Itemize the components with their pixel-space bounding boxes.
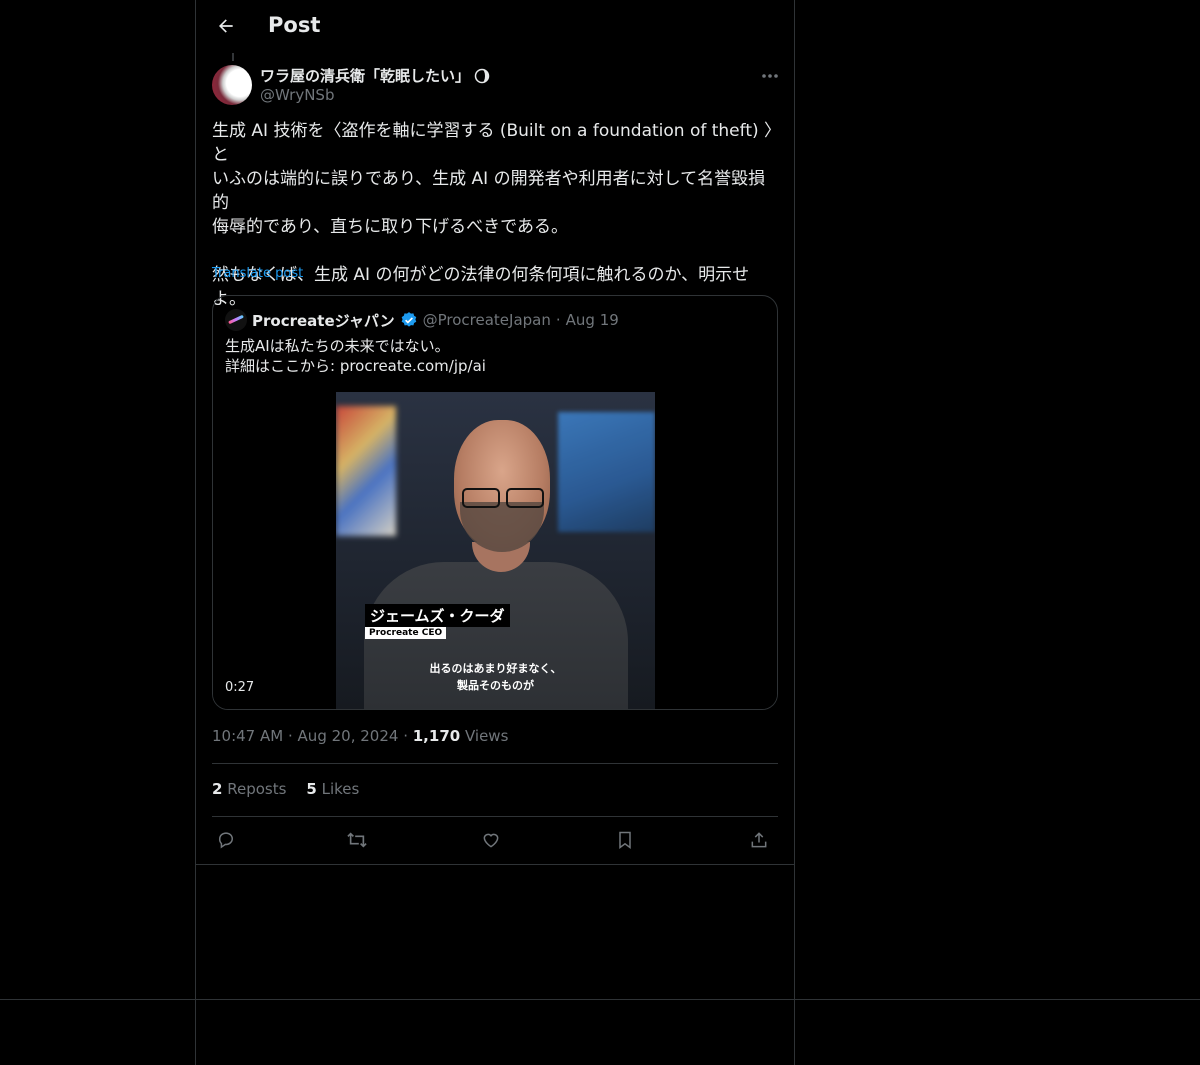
divider (196, 864, 794, 865)
quoted-post-text: 生成AIは私たちの未来ではない。 詳細はここから: procreate.com/… (225, 337, 486, 375)
quoted-avatar[interactable] (225, 309, 247, 331)
views-label: Views (464, 727, 509, 745)
share-button[interactable] (745, 826, 773, 854)
reply-icon (216, 830, 236, 850)
separator-dot: · (403, 727, 408, 745)
video-caption-role: Procreate CEO (365, 627, 447, 639)
repost-icon (346, 830, 368, 850)
author-handle[interactable]: @WryNSb (260, 86, 334, 104)
repost-button[interactable] (343, 826, 371, 854)
background-window (558, 412, 655, 532)
post-date[interactable]: Aug 20, 2024 (298, 727, 399, 745)
thread-connector (232, 53, 234, 61)
header: Post (196, 0, 794, 53)
quoted-author-name[interactable]: Procreateジャパン (252, 310, 395, 331)
action-bar (212, 826, 778, 854)
person-glasses (462, 488, 550, 510)
page-title: Post (268, 13, 321, 37)
video-duration: 0:27 (225, 680, 255, 695)
more-options-button[interactable] (758, 66, 782, 86)
divider (212, 816, 778, 817)
separator-dot: · (287, 727, 293, 745)
video-caption-name: ジェームズ・クーダ (365, 604, 510, 627)
divider (212, 763, 778, 764)
quoted-author-handle[interactable]: @ProcreateJapan (423, 311, 551, 329)
arrow-left-icon (216, 16, 236, 36)
footer-divider (0, 999, 1200, 1000)
quoted-post-date[interactable]: Aug 19 (566, 311, 619, 329)
avatar[interactable] (212, 65, 252, 105)
bookmark-icon (616, 830, 634, 850)
video-player[interactable]: ジェームズ・クーダ Procreate CEO 出るのはあまり好まなく、 製品そ… (213, 392, 777, 709)
like-button[interactable] (477, 826, 505, 854)
reposts-count: 2 (212, 780, 223, 798)
more-horizontal-icon (761, 73, 779, 79)
author-name-row[interactable]: ワラ屋の清兵衛「乾眠したい」 (260, 65, 490, 86)
quoted-post-header: Procreateジャパン @ProcreateJapan · Aug 19 (225, 308, 619, 332)
likes-stat[interactable]: 5 Likes (306, 780, 359, 798)
bookmark-button[interactable] (611, 826, 639, 854)
separator-dot: · (555, 311, 561, 329)
author-name: ワラ屋の清兵衛「乾眠したい」 (260, 67, 471, 85)
post-metadata: 10:47 AM · Aug 20, 2024 · 1,170 Views (212, 727, 508, 745)
post-text: 生成 AI 技術を〈盗作を軸に学習する (Built on a foundati… (212, 121, 782, 309)
verified-badge-icon (400, 311, 418, 329)
share-icon (749, 830, 769, 850)
post-time[interactable]: 10:47 AM (212, 727, 283, 745)
reposts-label: Reposts (227, 780, 287, 798)
engagement-stats: 2 Reposts 5 Likes (212, 780, 359, 798)
reposts-stat[interactable]: 2 Reposts (212, 780, 286, 798)
back-button[interactable] (212, 12, 240, 40)
circle-emoji-icon (474, 68, 490, 84)
heart-icon (481, 830, 501, 850)
background-painting (336, 406, 396, 536)
translate-post-link[interactable]: Translate post (212, 266, 303, 281)
video-frame: ジェームズ・クーダ Procreate CEO 出るのはあまり好まなく、 製品そ… (336, 392, 655, 709)
views-count: 1,170 (412, 727, 461, 745)
reply-button[interactable] (212, 826, 240, 854)
primary-column: Post ワラ屋の清兵衛「乾眠したい」 @WryNSb 生成 AI 技術を〈盗作… (195, 0, 795, 1065)
likes-count: 5 (306, 780, 317, 798)
likes-label: Likes (321, 780, 360, 798)
quoted-post[interactable]: Procreateジャパン @ProcreateJapan · Aug 19 生… (212, 295, 778, 710)
video-subtitle: 出るのはあまり好まなく、 製品そのものが (429, 662, 562, 692)
